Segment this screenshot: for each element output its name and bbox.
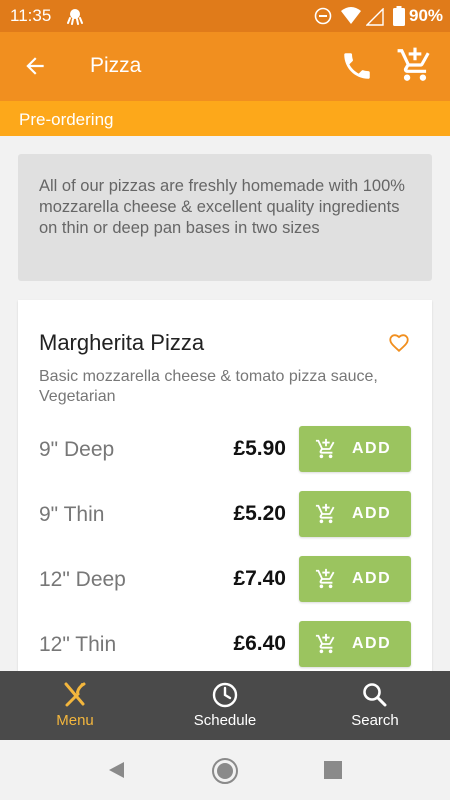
size-option-row: 9" Thin £5.20 ADD [18,491,432,537]
pre-ordering-banner: Pre-ordering [0,101,450,136]
nav-item-schedule[interactable]: Schedule [150,671,300,740]
size-label: 12" Deep [39,568,126,591]
add-to-cart-icon [315,568,335,589]
item-description: Basic mozzarella cheese & tomato pizza s… [39,368,378,405]
add-label: ADD [352,505,392,522]
add-button[interactable]: ADD [299,556,411,602]
phone-icon[interactable] [340,49,374,83]
nav-label-menu: Menu [56,712,94,729]
back-arrow-icon[interactable] [22,53,48,79]
system-back-icon[interactable] [106,760,126,780]
price-label: £7.40 [233,567,286,590]
add-to-cart-icon [315,438,335,459]
menu-content[interactable]: All of our pizzas are freshly homemade w… [0,136,450,671]
octopus-notification-icon [67,9,83,25]
nav-item-menu[interactable]: Menu [0,671,150,740]
heart-icon[interactable] [388,332,410,354]
add-button[interactable]: ADD [299,621,411,667]
price-label: £6.40 [233,632,286,655]
nav-item-search[interactable]: Search [300,671,450,740]
price-label: £5.20 [233,502,286,525]
status-time: 11:35 [10,6,52,25]
size-label: 9" Deep [39,438,115,461]
size-label: 12" Thin [39,633,117,656]
category-description: All of our pizzas are freshly homemade w… [18,154,432,281]
nav-label-search: Search [351,712,399,729]
size-label: 9" Thin [39,503,105,526]
battery-percent: 90% [409,6,444,25]
add-to-cart-icon [315,503,335,524]
add-label: ADD [352,440,392,457]
app-bar: Pizza [0,32,450,101]
search-icon [363,683,387,707]
status-bar: 11:35 90% [0,0,450,32]
system-recents-icon[interactable] [323,760,343,780]
size-option-row: 9" Deep £5.90 ADD [18,426,432,472]
size-option-row: 12" Deep £7.40 ADD [18,556,432,602]
bottom-navigation: Menu Schedule Search [0,671,450,740]
system-home-icon[interactable] [211,757,239,785]
do-not-disturb-icon [314,7,332,25]
add-label: ADD [352,635,392,652]
nav-label-schedule: Schedule [193,712,257,729]
add-label: ADD [352,570,392,587]
menu-item-card: Margherita Pizza Basic mozzarella cheese… [18,300,432,671]
add-to-cart-icon [315,633,335,654]
page-title: Pizza [90,54,142,77]
add-button[interactable]: ADD [299,491,411,537]
price-label: £5.90 [233,437,286,460]
cart-icon[interactable] [396,46,434,84]
size-option-row: 12" Thin £6.40 ADD [18,621,432,667]
battery-icon [393,6,405,26]
add-button[interactable]: ADD [299,426,411,472]
item-name: Margherita Pizza [39,330,205,355]
clock-icon [212,682,238,708]
signal-icon [366,8,384,26]
fork-knife-icon [64,682,86,707]
wifi-icon [341,7,361,24]
system-navigation-bar [0,740,450,800]
